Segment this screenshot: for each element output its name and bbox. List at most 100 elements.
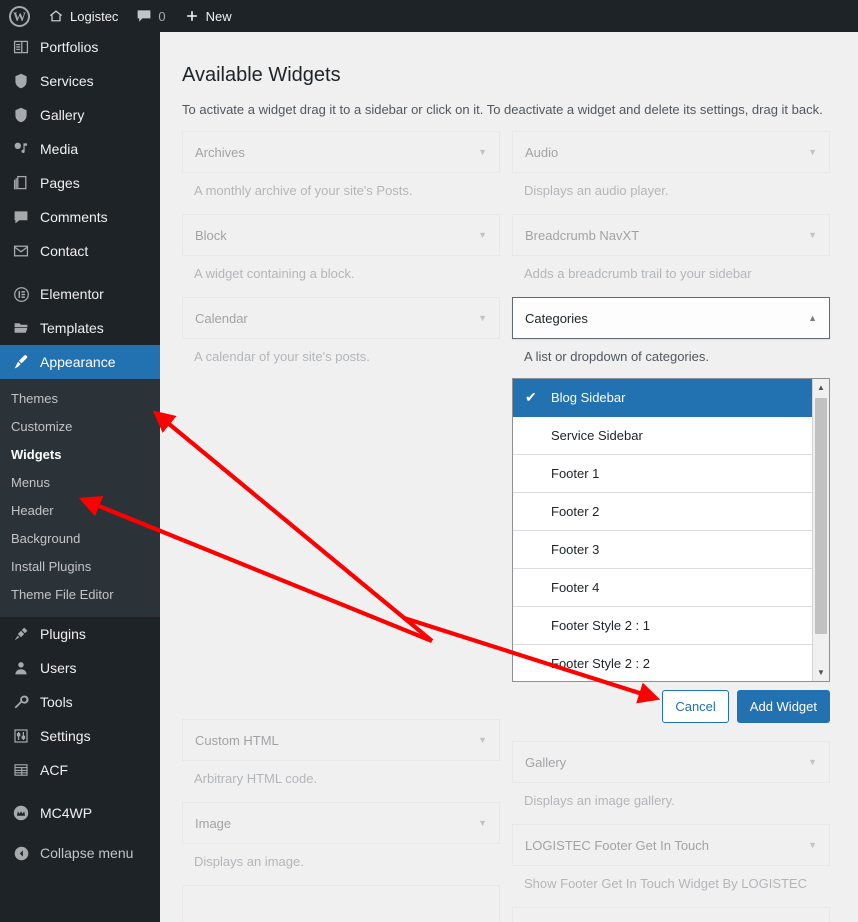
sidebar-item-label: Settings [40, 728, 91, 744]
widget-gallery[interactable]: Gallery ▼ Displays an image gallery. [512, 741, 830, 820]
widget-breadcrumb-navxt[interactable]: Breadcrumb NavXT ▼ Adds a breadcrumb tra… [512, 214, 830, 293]
sidebar-option-label: Blog Sidebar [551, 390, 626, 405]
widget-header[interactable]: Gallery ▼ [512, 741, 830, 783]
plus-icon [184, 8, 200, 24]
sidebar-option-service-sidebar[interactable]: Service Sidebar [513, 417, 812, 455]
submenu-item-themes[interactable]: Themes [0, 385, 160, 413]
widget-description: Displays an image gallery. [524, 793, 675, 808]
widget-header[interactable]: LOGISTEC Footer Get In Touch ▼ [512, 824, 830, 866]
submenu-item-background[interactable]: Background [0, 525, 160, 553]
widget-header[interactable] [182, 885, 500, 922]
page-title: Available Widgets [182, 64, 341, 86]
site-name-label: Logistec [70, 8, 119, 24]
widget-image[interactable]: Image ▼ Displays an image. [182, 802, 500, 881]
sidebar-option-blog-sidebar[interactable]: ✔ Blog Sidebar [513, 379, 812, 417]
sidebar-list-scrollbar[interactable]: ▲ ▼ [812, 379, 829, 681]
widget-header[interactable]: Archives ▼ [182, 131, 500, 173]
collapse-menu-button[interactable]: Collapse menu [0, 836, 160, 870]
add-widget-button[interactable]: Add Widget [736, 690, 830, 723]
sidebar-item-plugins[interactable]: Plugins [0, 617, 160, 651]
widget-archives[interactable]: Archives ▼ A monthly archive of your sit… [182, 131, 500, 210]
sidebar-item-label: Users [40, 660, 77, 676]
widget-partial-right[interactable] [512, 907, 830, 922]
widget-custom-html[interactable]: Custom HTML ▼ Arbitrary HTML code. [182, 719, 500, 798]
scrollbar-thumb[interactable] [815, 398, 827, 634]
chevron-up-icon[interactable]: ▲ [808, 313, 817, 323]
widget-partial-left[interactable] [182, 885, 500, 922]
chevron-down-icon[interactable]: ▼ [808, 147, 817, 157]
chevron-down-icon[interactable]: ▼ [478, 735, 487, 745]
chevron-down-icon[interactable]: ▼ [478, 147, 487, 157]
widget-title: Image [195, 815, 232, 831]
sidebar-item-pages[interactable]: Pages [0, 166, 160, 200]
submenu-item-header[interactable]: Header [0, 497, 160, 525]
sidebar-options-list[interactable]: ✔ Blog Sidebar Service Sidebar Footer 1 … [512, 378, 830, 682]
sidebar-item-label: ACF [40, 762, 68, 778]
home-icon [48, 8, 64, 24]
widget-header[interactable]: Breadcrumb NavXT ▼ [512, 214, 830, 256]
widget-block[interactable]: Block ▼ A widget containing a block. [182, 214, 500, 293]
sidebar-item-gallery[interactable]: Gallery [0, 98, 160, 132]
sidebar-item-label: Elementor [40, 286, 104, 302]
wp-logo-button[interactable]: W [0, 0, 39, 32]
wrench-icon [11, 692, 31, 712]
sidebar-item-acf[interactable]: ACF [0, 753, 160, 787]
widget-header[interactable]: Image ▼ [182, 802, 500, 844]
sidebar-item-label: Tools [40, 694, 73, 710]
sidebar-item-label: Portfolios [40, 39, 99, 55]
sidebar-option-footer-style-2-1[interactable]: Footer Style 2 : 1 [513, 607, 812, 645]
widget-categories[interactable]: Categories ▲ A list or dropdown of categ… [512, 297, 830, 723]
widget-header[interactable]: Categories ▲ [512, 297, 830, 339]
cancel-button[interactable]: Cancel [662, 690, 729, 723]
widget-description: A monthly archive of your site's Posts. [194, 183, 413, 198]
submenu-item-widgets[interactable]: Widgets [0, 441, 160, 469]
widget-header[interactable]: Calendar ▼ [182, 297, 500, 339]
widget-description: Displays an image. [194, 854, 304, 869]
widget-title: Audio [525, 144, 559, 160]
sidebar-option-footer-4[interactable]: Footer 4 [513, 569, 812, 607]
sidebar-item-portfolios[interactable]: Portfolios [0, 30, 160, 64]
sidebar-option-footer-1[interactable]: Footer 1 [513, 455, 812, 493]
comment-icon [11, 207, 31, 227]
chevron-down-icon[interactable]: ▼ [478, 230, 487, 240]
submenu-item-customize[interactable]: Customize [0, 413, 160, 441]
comments-button[interactable]: 0 [127, 0, 174, 32]
new-content-button[interactable]: New [175, 0, 241, 32]
chevron-down-icon[interactable]: ▼ [808, 840, 817, 850]
sidebar-item-appearance[interactable]: Appearance [0, 345, 160, 379]
sidebar-item-tools[interactable]: Tools [0, 685, 160, 719]
widget-audio[interactable]: Audio ▼ Displays an audio player. [512, 131, 830, 210]
check-icon: ✔ [525, 389, 537, 405]
sidebar-option-footer-2[interactable]: Footer 2 [513, 493, 812, 531]
widget-header[interactable]: Audio ▼ [512, 131, 830, 173]
chevron-down-icon[interactable]: ▼ [478, 818, 487, 828]
sidebar-item-comments[interactable]: Comments [0, 200, 160, 234]
sidebar-item-elementor[interactable]: Elementor [0, 277, 160, 311]
sidebar-item-mc4wp[interactable]: MC4WP [0, 796, 160, 830]
sidebar-item-users[interactable]: Users [0, 651, 160, 685]
submenu-item-install-plugins[interactable]: Install Plugins [0, 553, 160, 581]
sidebar-item-media[interactable]: Media [0, 132, 160, 166]
widget-header[interactable]: Block ▼ [182, 214, 500, 256]
widget-header[interactable]: Custom HTML ▼ [182, 719, 500, 761]
widget-logistec-footer-get-in-touch[interactable]: LOGISTEC Footer Get In Touch ▼ Show Foot… [512, 824, 830, 903]
sidebar-item-services[interactable]: Services [0, 64, 160, 98]
mailchimp-icon [11, 803, 31, 823]
chevron-down-icon[interactable]: ▼ [478, 313, 487, 323]
submenu-item-menus[interactable]: Menus [0, 469, 160, 497]
site-name-button[interactable]: Logistec [39, 0, 127, 32]
sidebar-option-footer-3[interactable]: Footer 3 [513, 531, 812, 569]
widget-header[interactable] [512, 907, 830, 922]
scroll-up-button[interactable]: ▲ [813, 379, 829, 396]
chevron-down-icon[interactable]: ▼ [808, 757, 817, 767]
widget-calendar[interactable]: Calendar ▼ A calendar of your site's pos… [182, 297, 500, 376]
envelope-icon [11, 241, 31, 261]
sidebar-item-settings[interactable]: Settings [0, 719, 160, 753]
sidebar-option-footer-style-2-2[interactable]: Footer Style 2 : 2 [513, 645, 812, 681]
sidebar-item-contact[interactable]: Contact [0, 234, 160, 268]
scroll-down-button[interactable]: ▼ [813, 664, 829, 681]
sidebar-item-label: Services [40, 73, 94, 89]
sidebar-item-templates[interactable]: Templates [0, 311, 160, 345]
submenu-item-theme-file-editor[interactable]: Theme File Editor [0, 581, 160, 609]
chevron-down-icon[interactable]: ▼ [808, 230, 817, 240]
